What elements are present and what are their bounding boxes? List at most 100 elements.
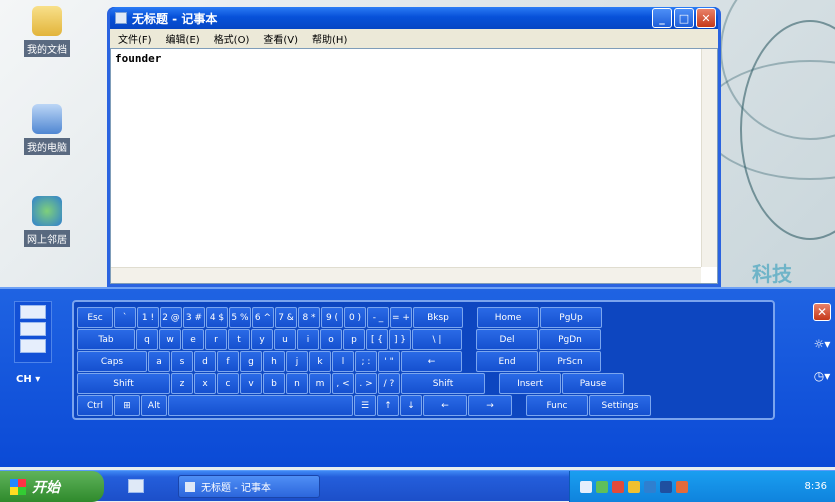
key-arrow-down[interactable]: ↓ bbox=[400, 395, 422, 416]
app-tray-icon[interactable] bbox=[660, 480, 672, 493]
key-shift-left[interactable]: Shift bbox=[77, 373, 170, 394]
key[interactable]: Esc bbox=[77, 307, 113, 328]
minimize-button[interactable]: _ bbox=[652, 8, 672, 28]
key[interactable]: 4 $ bbox=[206, 307, 228, 328]
key[interactable]: 9 ( bbox=[321, 307, 343, 328]
key[interactable]: ` bbox=[114, 307, 136, 328]
key-end[interactable]: End bbox=[476, 351, 538, 372]
key-arrow-left[interactable]: ← bbox=[423, 395, 467, 416]
key-enter[interactable]: ← bbox=[401, 351, 462, 372]
key[interactable]: l bbox=[332, 351, 354, 372]
close-button[interactable]: ✕ bbox=[696, 8, 716, 28]
key[interactable]: = + bbox=[390, 307, 412, 328]
text-area[interactable]: founder bbox=[110, 48, 718, 284]
notepad-titlebar[interactable]: 无标题 - 记事本 _ □ ✕ bbox=[110, 7, 718, 29]
key-pgdn[interactable]: PgDn bbox=[539, 329, 601, 350]
key[interactable]: p bbox=[343, 329, 365, 350]
key[interactable]: g bbox=[240, 351, 262, 372]
key[interactable]: . > bbox=[355, 373, 377, 394]
menu-file[interactable]: 文件(F) bbox=[118, 31, 152, 46]
key-menu[interactable]: ☰ bbox=[354, 395, 376, 416]
key-settings[interactable]: Settings bbox=[589, 395, 651, 416]
key[interactable]: a bbox=[148, 351, 170, 372]
key[interactable]: c bbox=[217, 373, 239, 394]
key[interactable]: [ { bbox=[366, 329, 388, 350]
key-arrow-up[interactable]: ↑ bbox=[377, 395, 399, 416]
key[interactable]: , < bbox=[332, 373, 354, 394]
key[interactable]: 5 % bbox=[229, 307, 251, 328]
key-shift-right[interactable]: Shift bbox=[401, 373, 485, 394]
key[interactable]: x bbox=[194, 373, 216, 394]
key-backspace[interactable]: Bksp bbox=[413, 307, 463, 328]
key[interactable]: r bbox=[205, 329, 227, 350]
key[interactable]: m bbox=[309, 373, 331, 394]
app-tray-icon[interactable] bbox=[644, 480, 656, 493]
network-tray-icon[interactable] bbox=[596, 480, 608, 493]
key[interactable]: f bbox=[217, 351, 239, 372]
key-func[interactable]: Func bbox=[526, 395, 588, 416]
key[interactable]: 8 * bbox=[298, 307, 320, 328]
key[interactable]: q bbox=[136, 329, 158, 350]
show-desktop-icon[interactable] bbox=[128, 479, 144, 493]
key[interactable]: n bbox=[286, 373, 308, 394]
key[interactable]: w bbox=[159, 329, 181, 350]
start-button[interactable]: 开始 bbox=[0, 471, 104, 502]
key-insert[interactable]: Insert bbox=[499, 373, 561, 394]
key[interactable]: y bbox=[251, 329, 273, 350]
layout-button-2[interactable] bbox=[20, 322, 46, 336]
key[interactable]: t bbox=[228, 329, 250, 350]
desktop-icon-network[interactable]: 网上邻居 bbox=[14, 196, 80, 247]
horizontal-scrollbar[interactable] bbox=[111, 267, 701, 283]
key[interactable]: u bbox=[274, 329, 296, 350]
key-alt[interactable]: Alt bbox=[141, 395, 167, 416]
key[interactable]: 1 ! bbox=[137, 307, 159, 328]
volume-tray-icon[interactable] bbox=[628, 480, 640, 493]
key-windows[interactable]: ⊞ bbox=[114, 395, 140, 416]
key[interactable]: k bbox=[309, 351, 331, 372]
key[interactable]: \ | bbox=[412, 329, 462, 350]
key[interactable]: j bbox=[286, 351, 308, 372]
taskbar-item-notepad[interactable]: 无标题 - 记事本 bbox=[178, 475, 320, 498]
key[interactable]: 7 & bbox=[275, 307, 297, 328]
desktop-icon-computer[interactable]: 我的电脑 bbox=[14, 104, 80, 155]
key-ctrl[interactable]: Ctrl bbox=[77, 395, 113, 416]
key-del[interactable]: Del bbox=[476, 329, 538, 350]
key[interactable]: s bbox=[171, 351, 193, 372]
key-prscn[interactable]: PrScn bbox=[539, 351, 601, 372]
key[interactable]: 6 ^ bbox=[252, 307, 274, 328]
brightness-button[interactable]: ☼▾ bbox=[813, 335, 831, 353]
key-pause[interactable]: Pause bbox=[562, 373, 624, 394]
maximize-button[interactable]: □ bbox=[674, 8, 694, 28]
keyboard-close-button[interactable]: ✕ bbox=[813, 303, 831, 321]
security-tray-icon[interactable] bbox=[612, 480, 624, 493]
clock[interactable]: 8:36 bbox=[805, 481, 835, 492]
clock-button[interactable]: ◷▾ bbox=[813, 367, 831, 385]
menu-help[interactable]: 帮助(H) bbox=[312, 31, 347, 46]
key[interactable]: e bbox=[182, 329, 204, 350]
key[interactable]: z bbox=[171, 373, 193, 394]
key-tab[interactable]: Tab bbox=[77, 329, 135, 350]
key[interactable]: i bbox=[297, 329, 319, 350]
menu-view[interactable]: 查看(V) bbox=[263, 31, 298, 46]
keyboard-tray-icon[interactable] bbox=[580, 480, 592, 493]
key-home[interactable]: Home bbox=[477, 307, 539, 328]
key[interactable]: - _ bbox=[367, 307, 389, 328]
key-arrow-right[interactable]: → bbox=[468, 395, 512, 416]
notepad-window[interactable]: 无标题 - 记事本 _ □ ✕ 文件(F) 编辑(E) 格式(O) 查看(V) … bbox=[107, 7, 721, 287]
layout-button-1[interactable] bbox=[20, 305, 46, 319]
layout-button-3[interactable] bbox=[20, 339, 46, 353]
key-space[interactable] bbox=[168, 395, 353, 416]
key[interactable]: ; : bbox=[355, 351, 377, 372]
language-switch[interactable]: CH ▾ bbox=[16, 374, 40, 385]
menu-edit[interactable]: 编辑(E) bbox=[166, 31, 200, 46]
key[interactable]: d bbox=[194, 351, 216, 372]
key[interactable]: 0 ) bbox=[344, 307, 366, 328]
key[interactable]: ' " bbox=[378, 351, 400, 372]
key[interactable]: ] } bbox=[389, 329, 411, 350]
key[interactable]: 3 # bbox=[183, 307, 205, 328]
desktop-icon-documents[interactable]: 我的文档 bbox=[14, 6, 80, 57]
vertical-scrollbar[interactable] bbox=[701, 49, 717, 267]
key-pgup[interactable]: PgUp bbox=[540, 307, 602, 328]
key[interactable]: 2 @ bbox=[160, 307, 182, 328]
key[interactable]: b bbox=[263, 373, 285, 394]
